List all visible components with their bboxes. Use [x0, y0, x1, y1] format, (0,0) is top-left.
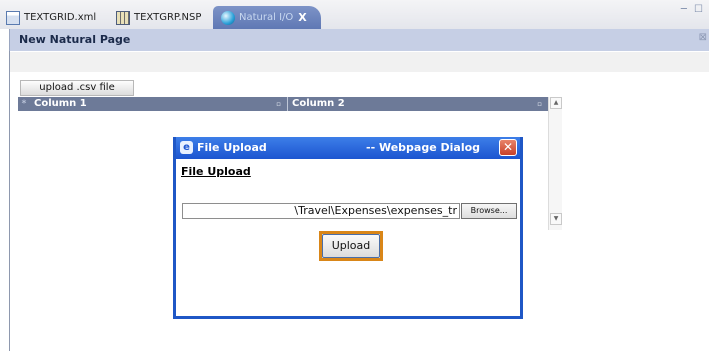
sort-icon[interactable]: ▫	[537, 97, 542, 111]
editor-tab-bar: TEXTGRID.xml TEXTGRP.NSP Natural I/O X ─…	[0, 0, 709, 29]
tab-label: TEXTGRP.NSP	[134, 12, 202, 23]
dialog-heading: File Upload	[181, 165, 251, 178]
dialog-subtitle: -- Webpage Dialog	[366, 141, 481, 154]
column-label: Column 1	[34, 98, 87, 109]
dialog-title-bar[interactable]: e File Upload -- Webpage Dialog ✕	[176, 137, 520, 159]
sort-icon[interactable]: ▫	[276, 97, 281, 111]
column-header-2[interactable]: Column 2 ▫	[288, 97, 548, 111]
ie-page-icon: e	[180, 141, 193, 154]
nsp-file-icon	[116, 10, 130, 25]
upload-button[interactable]: Upload	[322, 234, 380, 258]
toolbar-strip	[10, 52, 709, 72]
dialog-title: File Upload	[197, 141, 267, 154]
globe-icon	[221, 10, 235, 25]
column-label: Column 2	[292, 98, 345, 109]
page-close-icon[interactable]: ⊠	[699, 32, 707, 43]
dialog-close-button[interactable]: ✕	[499, 139, 517, 156]
browse-button[interactable]: Browse...	[461, 203, 517, 219]
xml-file-icon	[6, 10, 20, 25]
column-header-1[interactable]: Column 1 ▫	[30, 97, 288, 111]
tab-textgrp-nsp[interactable]: TEXTGRP.NSP	[116, 6, 201, 29]
tab-close-icon[interactable]: X	[298, 11, 306, 24]
file-path-input[interactable]: \Travel\Expenses\expenses_tr	[182, 203, 460, 219]
scroll-up-icon[interactable]: ▲	[550, 97, 562, 109]
page-title: New Natural Page	[19, 33, 131, 46]
upload-csv-button[interactable]: upload .csv file	[20, 80, 134, 96]
tab-label: Natural I/O	[239, 12, 294, 23]
page-header: New Natural Page ⊠	[9, 29, 709, 51]
window-controls[interactable]: ─ ☐	[681, 4, 705, 15]
grid-header: * Column 1 ▫ Column 2 ▫	[18, 97, 548, 111]
tab-textgrid-xml[interactable]: TEXTGRID.xml	[6, 6, 96, 29]
scroll-down-icon[interactable]: ▼	[550, 213, 562, 225]
file-upload-dialog: e File Upload -- Webpage Dialog ✕ File U…	[173, 137, 523, 319]
grid-corner-icon[interactable]: *	[18, 97, 30, 111]
tab-label: TEXTGRID.xml	[24, 12, 97, 23]
grid-vertical-scrollbar[interactable]: ▲ ▼	[548, 97, 562, 230]
tab-natural-io[interactable]: Natural I/O X	[213, 6, 321, 29]
